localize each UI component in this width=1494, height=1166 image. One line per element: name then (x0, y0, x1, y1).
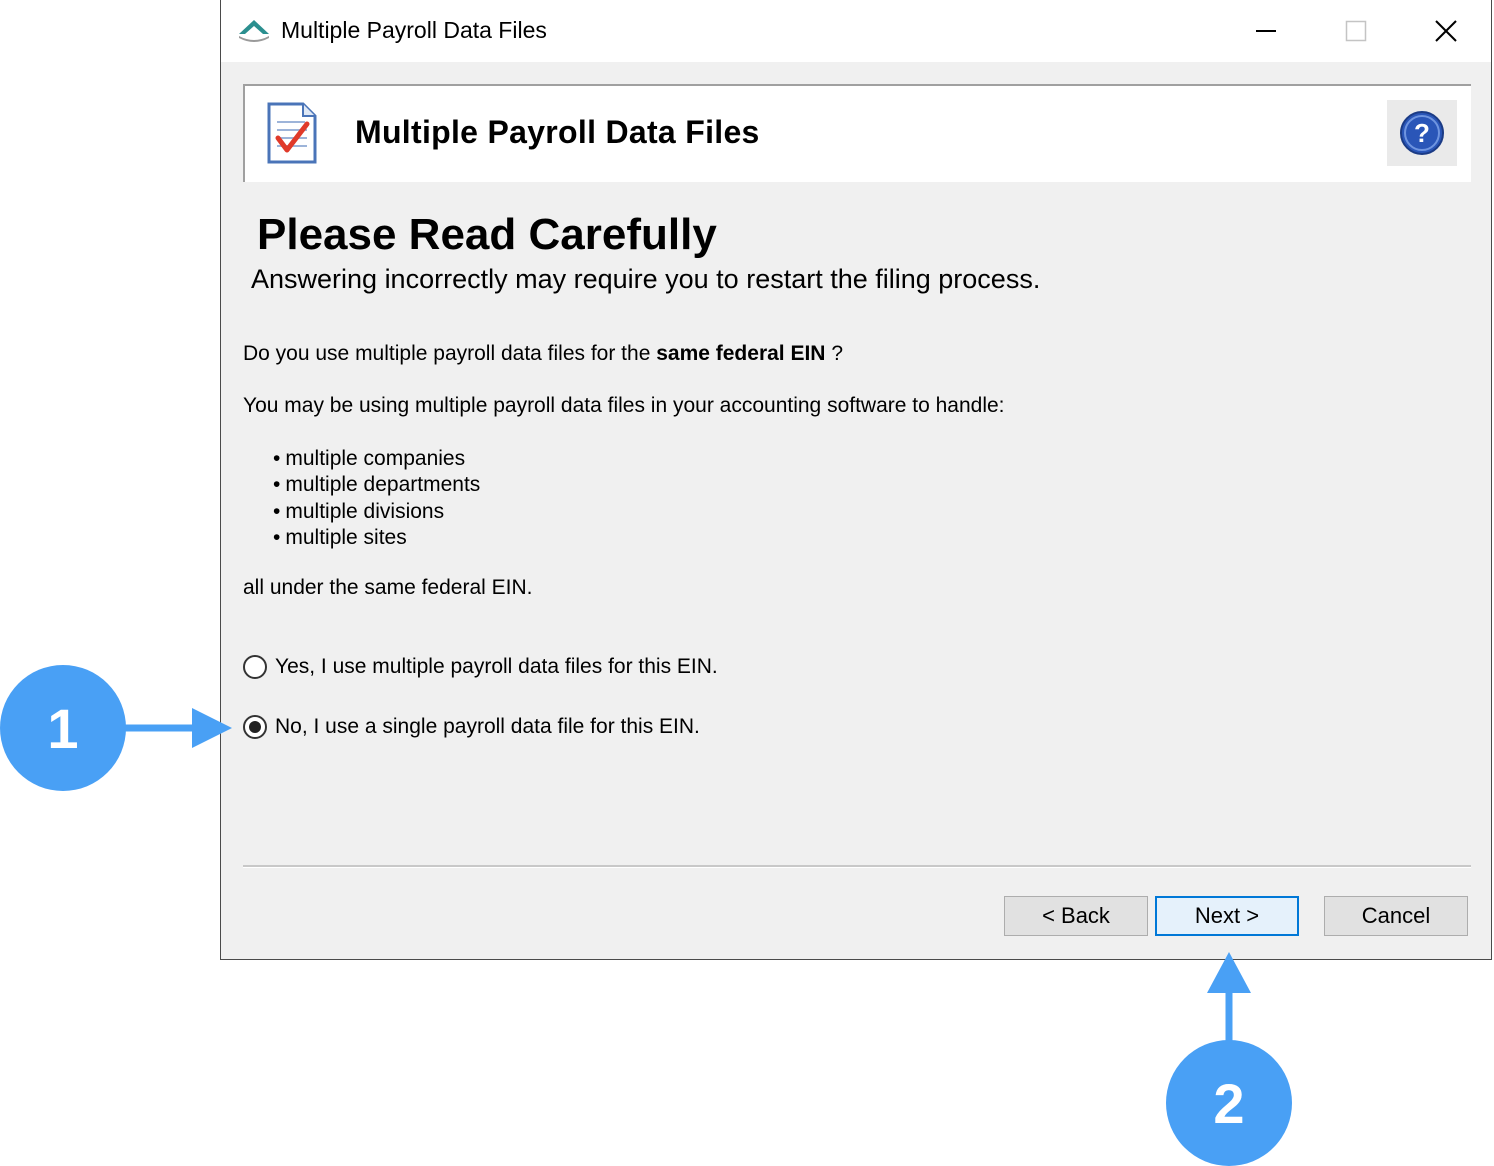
radio-button-yes[interactable] (243, 655, 267, 679)
option-no-single-file[interactable]: No, I use a single payroll data file for… (243, 712, 700, 742)
option-yes-label: Yes, I use multiple payroll data files f… (275, 655, 718, 678)
list-item: multiple sites (273, 525, 480, 551)
maximize-button[interactable] (1311, 0, 1401, 62)
header-banner: Multiple Payroll Data Files ? (243, 84, 1471, 182)
document-checkmark-icon (267, 102, 317, 164)
question-mark-icon: ? (1400, 111, 1444, 155)
app-logo-icon (239, 20, 269, 42)
window-title: Multiple Payroll Data Files (281, 17, 547, 43)
back-button[interactable]: < Back (1004, 896, 1148, 936)
arrow-up-icon (1207, 952, 1251, 1044)
option-yes-multiple-files[interactable]: Yes, I use multiple payroll data files f… (243, 652, 718, 682)
banner-title: Multiple Payroll Data Files (355, 114, 760, 150)
explanation-text: You may be using multiple payroll data f… (243, 394, 1005, 417)
minimize-button[interactable] (1221, 0, 1311, 62)
list-item: multiple departments (273, 472, 480, 498)
close-button[interactable] (1401, 0, 1491, 62)
minimize-icon (1256, 30, 1276, 32)
list-item: multiple companies (273, 446, 480, 472)
callout-badge-1: 1 (0, 665, 126, 791)
footer-note: all under the same federal EIN. (243, 576, 533, 599)
list-item: multiple divisions (273, 499, 480, 525)
use-case-list: multiple companies multiple departments … (273, 446, 480, 551)
option-no-label: No, I use a single payroll data file for… (275, 715, 700, 738)
title-bar: Multiple Payroll Data Files (221, 0, 1491, 62)
close-icon (1435, 20, 1457, 42)
callout-badge-2: 2 (1166, 1040, 1292, 1166)
arrow-right-icon (120, 708, 232, 748)
maximize-icon (1345, 20, 1367, 42)
next-button[interactable]: Next > (1155, 896, 1299, 936)
page-subheading: Answering incorrectly may require you to… (251, 264, 1041, 294)
question-bold-ein: same federal EIN (656, 342, 826, 365)
cancel-button[interactable]: Cancel (1324, 896, 1468, 936)
radio-button-no[interactable] (243, 715, 267, 739)
page-heading: Please Read Carefully (257, 210, 717, 259)
svg-text:?: ? (1414, 118, 1430, 148)
divider (243, 865, 1471, 868)
question-prefix: Do you use multiple payroll data files f… (243, 342, 657, 365)
wizard-window: Multiple Payroll Data Files Multiple Pay… (220, 0, 1492, 960)
question-suffix: ? (825, 342, 843, 365)
help-button[interactable]: ? (1387, 100, 1457, 166)
question-text: Do you use multiple payroll data files f… (243, 342, 843, 366)
